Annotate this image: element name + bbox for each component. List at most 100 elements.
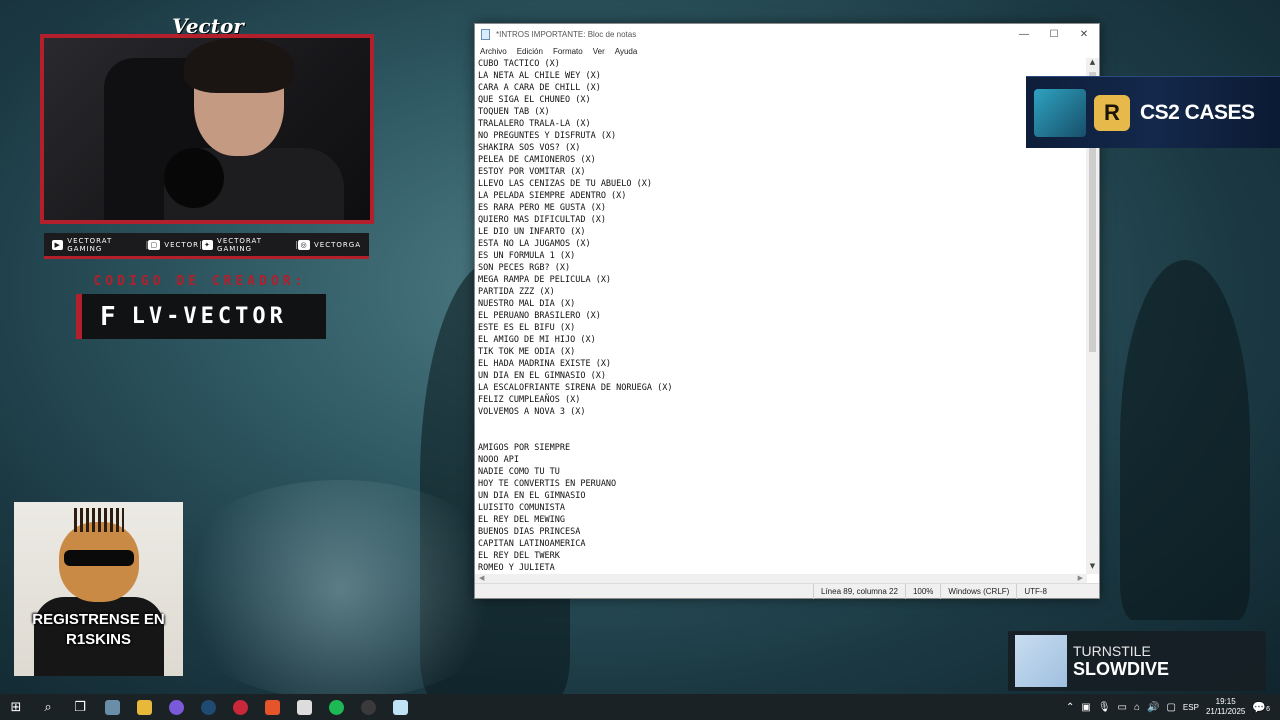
window-titlebar[interactable]: *INTROS IMPORTANTE: Bloc de notas — ☐ ✕ bbox=[475, 24, 1099, 44]
album-art bbox=[1015, 635, 1067, 687]
menu-archivo[interactable]: Archivo bbox=[480, 47, 507, 56]
menu-ayuda[interactable]: Ayuda bbox=[615, 47, 638, 56]
text-line: SHAKIRA SOS VOS? (X) bbox=[478, 143, 581, 153]
weapon-skin-image bbox=[1034, 88, 1086, 137]
text-line: QUIERO MAS DIFICULTAD (X) bbox=[478, 215, 606, 225]
track-title: SLOWDIVE bbox=[1073, 658, 1170, 679]
text-line: LLEVO LAS CENIZAS DE TU ABUELO (X) bbox=[478, 179, 652, 189]
text-line: ESTOY POR VOMITAR (X) bbox=[478, 167, 586, 177]
text-line: PELEA DE CAMIONEROS (X) bbox=[478, 155, 596, 165]
cs2-cases-banner: R CS2 CASES bbox=[1026, 76, 1280, 148]
text-line: LE DIO UN INFARTO (X) bbox=[478, 227, 586, 237]
social-youtube: ▶ VECTORAT GAMING bbox=[52, 237, 146, 253]
display-icon[interactable]: ▢ bbox=[1166, 702, 1175, 713]
close-button[interactable]: ✕ bbox=[1069, 29, 1099, 40]
creator-code-title: CODIGO DE CREADOR: bbox=[93, 274, 307, 289]
text-line: HOY TE CONVERTIS EN PERUANO bbox=[478, 479, 617, 489]
text-line: EL HADA MADRINA EXISTE (X) bbox=[478, 359, 612, 369]
battery-icon[interactable]: ▭ bbox=[1118, 702, 1127, 713]
chevron-up-icon[interactable]: ⌃ bbox=[1066, 702, 1074, 713]
file-explorer-icon[interactable] bbox=[128, 694, 160, 720]
notepad-icon bbox=[481, 28, 490, 40]
social-label: VECTORAT GAMING bbox=[217, 236, 263, 253]
menu-edicion[interactable]: Edición bbox=[517, 47, 543, 56]
creator-code: LV-VECTOR bbox=[131, 304, 287, 329]
text-line: NO PREGUNTES Y DISFRUTA (X) bbox=[478, 131, 617, 141]
creator-code-box: F LV-VECTOR bbox=[76, 294, 326, 339]
text-line: SON PECES RGB? (X) bbox=[478, 263, 571, 273]
taskbar-app-unknown[interactable] bbox=[96, 694, 128, 720]
text-line bbox=[478, 430, 1084, 442]
text-line: ES UN FORMULA 1 (X) bbox=[478, 251, 576, 261]
encoding: UTF-8 bbox=[1016, 583, 1054, 599]
webcam-feed bbox=[40, 34, 374, 224]
text-line: LA PELADA SIEMPRE ADENTRO (X) bbox=[478, 191, 627, 201]
text-line: LUISITO COMUNISTA bbox=[478, 503, 565, 513]
scroll-down-arrow-icon[interactable]: ▼ bbox=[1086, 562, 1099, 574]
menu-formato[interactable]: Formato bbox=[553, 47, 583, 56]
tray-app-icon[interactable]: ▣ bbox=[1081, 702, 1090, 713]
task-view-icon[interactable]: ❐ bbox=[64, 694, 96, 720]
text-line: CARA A CARA DE CHILL (X) bbox=[478, 83, 601, 93]
social-links-bar: ▶ VECTORAT GAMING | ▢ VECTOR | ✦ VECTORA… bbox=[44, 233, 369, 259]
promo-text: REGISTRENSE EN R1SKINS bbox=[32, 611, 165, 648]
text-line: CAPITAN LATINOAMERICA bbox=[478, 539, 586, 549]
minimize-button[interactable]: — bbox=[1009, 29, 1039, 40]
text-line: EL REY DEL TWERK bbox=[478, 551, 560, 561]
social-label: VECTORGA bbox=[314, 240, 361, 249]
text-line: CUBO TACTICO (X) bbox=[478, 59, 560, 69]
social-twitter: ✦ VECTORAT GAMING bbox=[201, 236, 296, 253]
language-indicator[interactable]: ESP bbox=[1183, 703, 1199, 712]
clock-date: 21/11/2025 bbox=[1205, 707, 1246, 716]
maximize-button[interactable]: ☐ bbox=[1039, 29, 1069, 40]
social-instagram: ◎ VECTORGA bbox=[298, 239, 361, 250]
text-line: NADIE COMO TU TU bbox=[478, 467, 560, 477]
window-title: *INTROS IMPORTANTE: Bloc de notas bbox=[496, 29, 637, 39]
sponsor-promo-image: REGISTRENSE EN R1SKINS bbox=[14, 502, 183, 676]
notepad-taskbar-icon[interactable] bbox=[384, 694, 416, 720]
text-line: TOQUEN TAB (X) bbox=[478, 107, 550, 117]
text-line: ESTE ES EL BIFU (X) bbox=[478, 323, 576, 333]
youtube-icon: ▶ bbox=[52, 239, 64, 250]
instagram-icon: ◎ bbox=[298, 239, 311, 250]
taskbar: ⊞ ⌕ ❐ ⌃ ▣ 🎙 ▭ ⌂ 🔊 ▢ ESP 19:15 21/11/2025… bbox=[0, 694, 1280, 720]
spotify-icon[interactable] bbox=[320, 694, 352, 720]
text-line: EL AMIGO DE MI HIJO (X) bbox=[478, 335, 596, 345]
text-line: UN DIA EN EL GIMNASIO bbox=[478, 491, 586, 501]
text-line: LA NETA AL CHILE WEY (X) bbox=[478, 71, 601, 81]
obs-icon[interactable] bbox=[352, 694, 384, 720]
volume-icon[interactable]: 🔊 bbox=[1147, 702, 1159, 713]
discord-icon[interactable] bbox=[160, 694, 192, 720]
menu-ver[interactable]: Ver bbox=[593, 47, 605, 56]
now-playing-widget: TURNSTILE SLOWDIVE bbox=[1008, 631, 1266, 691]
artist-name: TURNSTILE bbox=[1073, 642, 1151, 659]
start-windows-icon[interactable]: ⊞ bbox=[0, 694, 32, 720]
text-line: ESTA NO LA JUGAMOS (X) bbox=[478, 239, 591, 249]
cursor-position: Línea 89, columna 22 bbox=[813, 583, 905, 599]
text-line: BUENOS DIAS PRINCESA bbox=[478, 527, 581, 537]
text-line: EL REY DEL MEWING bbox=[478, 515, 565, 525]
text-line: ES RARA PERO ME GUSTA (X) bbox=[478, 203, 606, 213]
text-line: NUESTRO MAL DIA (X) bbox=[478, 299, 576, 309]
notification-icon[interactable]: 💬6 bbox=[1252, 701, 1270, 714]
text-editor-area[interactable]: CUBO TACTICO (X) LA NETA AL CHILE WEY (X)… bbox=[475, 58, 1087, 574]
system-tray: ⌃ ▣ 🎙 ▭ ⌂ 🔊 ▢ ESP 19:15 21/11/2025 💬6 bbox=[1066, 694, 1280, 720]
zoom-level: 100% bbox=[904, 583, 940, 599]
riot-icon[interactable] bbox=[288, 694, 320, 720]
network-icon[interactable]: ⌂ bbox=[1134, 702, 1140, 713]
brave-icon[interactable] bbox=[256, 694, 288, 720]
social-label: VECTORAT GAMING bbox=[67, 236, 113, 253]
notepad-window[interactable]: *INTROS IMPORTANTE: Bloc de notas — ☐ ✕ … bbox=[474, 23, 1100, 599]
search-icon[interactable]: ⌕ bbox=[32, 694, 64, 720]
menu-bar: Archivo Edición Formato Ver Ayuda bbox=[475, 44, 1099, 58]
line-ending: Windows (CRLF) bbox=[940, 583, 1016, 599]
text-line: VOLVEMOS A NOVA 3 (X) bbox=[478, 407, 586, 417]
banner-label: CS2 CASES bbox=[1140, 100, 1255, 124]
text-line: ROMEO Y JULIETA bbox=[478, 563, 555, 573]
opera-icon[interactable] bbox=[224, 694, 256, 720]
microphone-icon[interactable]: 🎙 bbox=[1098, 702, 1111, 713]
twitter-icon: ✦ bbox=[201, 239, 214, 250]
clock[interactable]: 19:15 21/11/2025 bbox=[1206, 697, 1245, 717]
steam-icon[interactable] bbox=[192, 694, 224, 720]
scroll-up-arrow-icon[interactable]: ▲ bbox=[1086, 58, 1099, 70]
